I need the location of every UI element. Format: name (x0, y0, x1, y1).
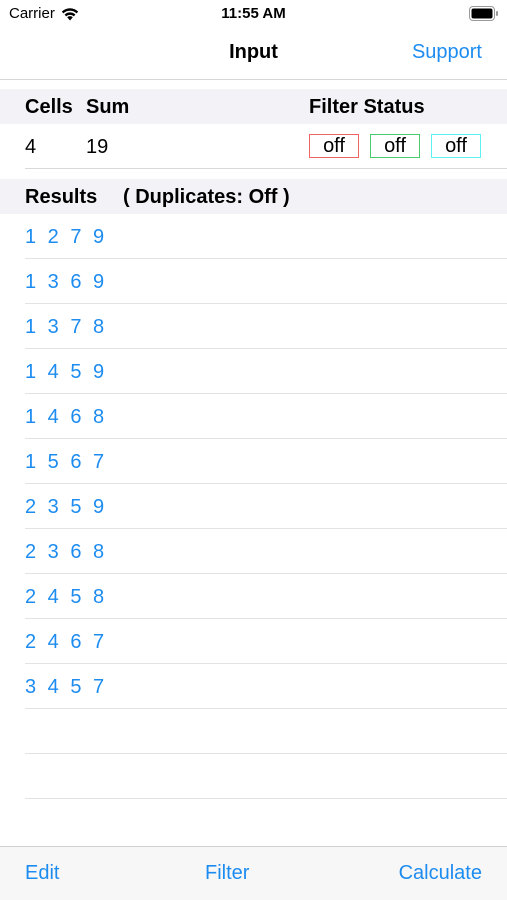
input-section-header: Cells Sum Filter Status (0, 89, 507, 124)
sum-value: 19 (86, 136, 109, 158)
result-combination: 1 4 6 8 (25, 406, 108, 428)
calculate-button[interactable]: Calculate (399, 862, 482, 885)
navigation-bar: Input Support (0, 28, 507, 80)
cells-value: 4 (25, 136, 37, 158)
filter-status-header: Filter Status (309, 96, 425, 118)
cells-header: Cells (25, 96, 73, 118)
status-bar: Carrier 11:55 AM (0, 0, 507, 28)
result-combination: 2 3 5 9 (25, 496, 108, 518)
result-combination: 1 5 6 7 (25, 451, 108, 473)
filter-toggle-green[interactable]: off (370, 134, 420, 158)
result-row[interactable]: 2 4 6 7 (0, 619, 507, 664)
result-row[interactable]: 1 4 6 8 (0, 394, 507, 439)
result-combination: 2 4 5 8 (25, 586, 108, 608)
edit-button[interactable]: Edit (25, 862, 59, 885)
result-combination: 2 4 6 7 (25, 631, 108, 653)
result-row[interactable]: 1 3 6 9 (0, 259, 507, 304)
result-combination: 1 4 5 9 (25, 361, 108, 383)
result-combination: 1 3 6 9 (25, 271, 108, 293)
filter-toggle-cyan[interactable]: off (431, 134, 481, 158)
filter-button[interactable]: Filter (205, 862, 249, 885)
result-row (0, 709, 507, 754)
battery-icon (469, 6, 498, 21)
filter-toggle-red[interactable]: off (309, 134, 359, 158)
input-values-row[interactable]: 4 19 off off off (0, 124, 507, 169)
result-row[interactable]: 1 2 7 9 (0, 214, 507, 259)
result-combination: 1 2 7 9 (25, 226, 108, 248)
results-header: Results (25, 186, 98, 208)
row-divider (25, 168, 507, 169)
result-row[interactable]: 2 3 5 9 (0, 484, 507, 529)
result-row[interactable]: 2 4 5 8 (0, 574, 507, 619)
sum-header: Sum (86, 96, 130, 118)
result-row[interactable]: 2 3 6 8 (0, 529, 507, 574)
status-time: 11:55 AM (221, 5, 286, 22)
support-button[interactable]: Support (412, 41, 482, 64)
row-divider (25, 798, 507, 799)
bottom-toolbar: Edit Filter Calculate (0, 846, 507, 900)
result-row[interactable]: 1 5 6 7 (0, 439, 507, 484)
result-row[interactable]: 1 3 7 8 (0, 304, 507, 349)
result-row[interactable]: 3 4 5 7 (0, 664, 507, 709)
results-section-header: Results ( Duplicates: Off ) (0, 179, 507, 214)
results-list: 1 2 7 9 1 3 6 9 1 3 7 8 1 4 5 9 1 4 6 8 1 5 6… (0, 214, 507, 799)
app-screen: Carrier 11:55 AM Input Support Cells Sum… (0, 0, 507, 900)
result-combination: 1 3 7 8 (25, 316, 108, 338)
result-combination: 2 3 6 8 (25, 541, 108, 563)
result-row[interactable]: 1 4 5 9 (0, 349, 507, 394)
result-combination: 3 4 5 7 (25, 676, 108, 698)
duplicates-status: ( Duplicates: Off ) (123, 186, 290, 208)
result-row (0, 754, 507, 799)
